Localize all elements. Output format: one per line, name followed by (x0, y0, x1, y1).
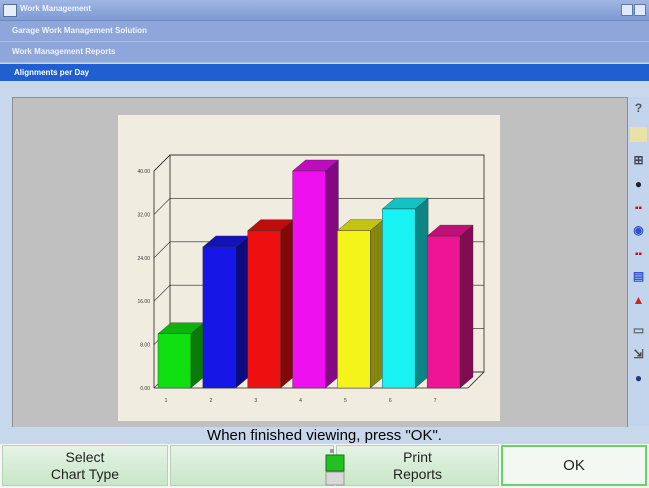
y-tick-label: 24.00 (137, 256, 150, 262)
status-message: When finished viewing, press "OK". (207, 427, 442, 444)
select-chart-type-button[interactable]: Select Chart Type (2, 445, 168, 486)
page-indicator-icon (325, 449, 345, 486)
bar-side (190, 322, 205, 389)
breadcrumb-item-reports: Work Management Reports (12, 47, 116, 56)
bar-side (235, 235, 249, 389)
x-tick-label: 2 (209, 398, 212, 404)
select-chart-type-line2: Chart Type (50, 465, 120, 482)
y-tick-label: 0.00 (140, 386, 150, 392)
help-icon[interactable]: ? (630, 101, 647, 116)
page-title: Alignments per Day (14, 68, 90, 77)
minimize-button[interactable] (621, 4, 633, 16)
bar (337, 230, 371, 389)
title-bar: Work Management (0, 0, 649, 21)
x-tick-label: 5 (344, 398, 347, 404)
bar (157, 333, 192, 389)
bar-side (370, 219, 384, 389)
status-bar: When finished viewing, press "OK". (0, 427, 649, 444)
bar-side (414, 197, 429, 389)
bar (382, 208, 416, 389)
x-tick-label: 7 (434, 398, 437, 404)
x-tick-label: 4 (299, 398, 302, 404)
window-title: Work Management (20, 4, 91, 13)
breadcrumb: Garage Work Management Solution (0, 21, 649, 42)
bar (426, 235, 461, 389)
breadcrumb-reports: Work Management Reports (0, 42, 649, 63)
stoplight-icon[interactable]: ▪▪ (630, 201, 647, 216)
x-tick-label: 6 (389, 398, 392, 404)
x-tick-label: 1 (165, 398, 168, 404)
tire-icon[interactable]: ● (630, 177, 647, 192)
globe-icon[interactable]: ● (630, 371, 647, 386)
bar-side (325, 159, 339, 389)
bar (202, 246, 236, 389)
print-reports-button[interactable]: Print Reports (336, 445, 499, 486)
printer-arrow-icon[interactable]: ⇲ (630, 347, 647, 362)
header-spacer (0, 81, 649, 97)
stoplight-icon[interactable]: ▪▪ (630, 247, 647, 262)
select-chart-type-line1: Select (65, 448, 105, 465)
vehicle-specs-icon[interactable]: ▤ (630, 269, 647, 284)
y-tick-label: 40.00 (137, 169, 150, 175)
breadcrumb-item-solution: Garage Work Management Solution (12, 26, 147, 35)
y-tick-label: 16.00 (137, 299, 150, 305)
bar-side (459, 224, 474, 389)
chart-panel: 0.00 8.00 16.00 24.00 32.00 40.00 1 2 3 4 5 6 7 (118, 115, 500, 421)
sensor-icon[interactable]: ◉ (630, 223, 647, 238)
notepad-icon[interactable] (630, 127, 647, 142)
print-reports-line1: Print (403, 448, 432, 465)
printer-icon[interactable]: ▭ (630, 323, 647, 338)
side-toolbar: ? ⊞ ● ▪▪ ◉ ▪▪ ▤ ▲ ▭ ⇲ ● (628, 97, 649, 426)
x-tick-label: 3 (254, 398, 257, 404)
ok-button[interactable]: OK (501, 445, 647, 486)
close-button[interactable] (634, 4, 646, 16)
tools-icon[interactable]: ▲ (630, 293, 647, 308)
bar-side (280, 219, 294, 389)
network-icon[interactable]: ⊞ (630, 153, 647, 168)
page-title-bar: Alignments per Day (0, 64, 649, 81)
y-tick-label: 32.00 (137, 212, 150, 218)
bar-chart: 0.00 8.00 16.00 24.00 32.00 40.00 1 2 3 4 5 6 7 (137, 154, 485, 404)
blank-function-button[interactable] (170, 445, 334, 486)
bar (292, 170, 326, 389)
print-reports-line2: Reports (392, 465, 443, 482)
ok-label: OK (563, 457, 585, 474)
bar (247, 230, 281, 389)
y-tick-label: 8.00 (140, 343, 150, 349)
app-icon (3, 4, 17, 17)
